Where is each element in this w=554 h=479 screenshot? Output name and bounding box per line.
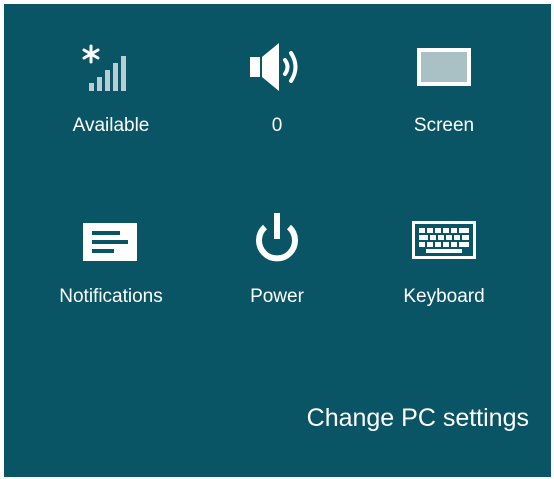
change-pc-settings-link[interactable]: Change PC settings: [307, 403, 529, 433]
speaker-icon: [250, 43, 298, 91]
notifications-tile[interactable]: Notifications: [41, 209, 181, 319]
screen-icon: [417, 48, 471, 86]
keyboard-tile[interactable]: Keyboard: [374, 209, 514, 319]
volume-tile[interactable]: 0: [207, 34, 347, 144]
keyboard-icon: [412, 221, 476, 259]
power-label: Power: [250, 286, 304, 307]
volume-label: 0: [271, 115, 283, 136]
settings-charm-panel: Available 0 Screen Notifications Power K…: [4, 4, 551, 477]
screen-label: Screen: [413, 115, 475, 136]
wifi-signal-icon: [82, 44, 126, 91]
notifications-icon: [83, 223, 137, 261]
network-label: Available: [72, 115, 150, 136]
network-tile[interactable]: Available: [41, 34, 181, 144]
power-icon: [256, 213, 298, 262]
power-tile[interactable]: Power: [207, 209, 347, 319]
screen-tile[interactable]: Screen: [374, 34, 514, 144]
notifications-label: Notifications: [59, 286, 163, 307]
keyboard-label: Keyboard: [403, 286, 485, 307]
